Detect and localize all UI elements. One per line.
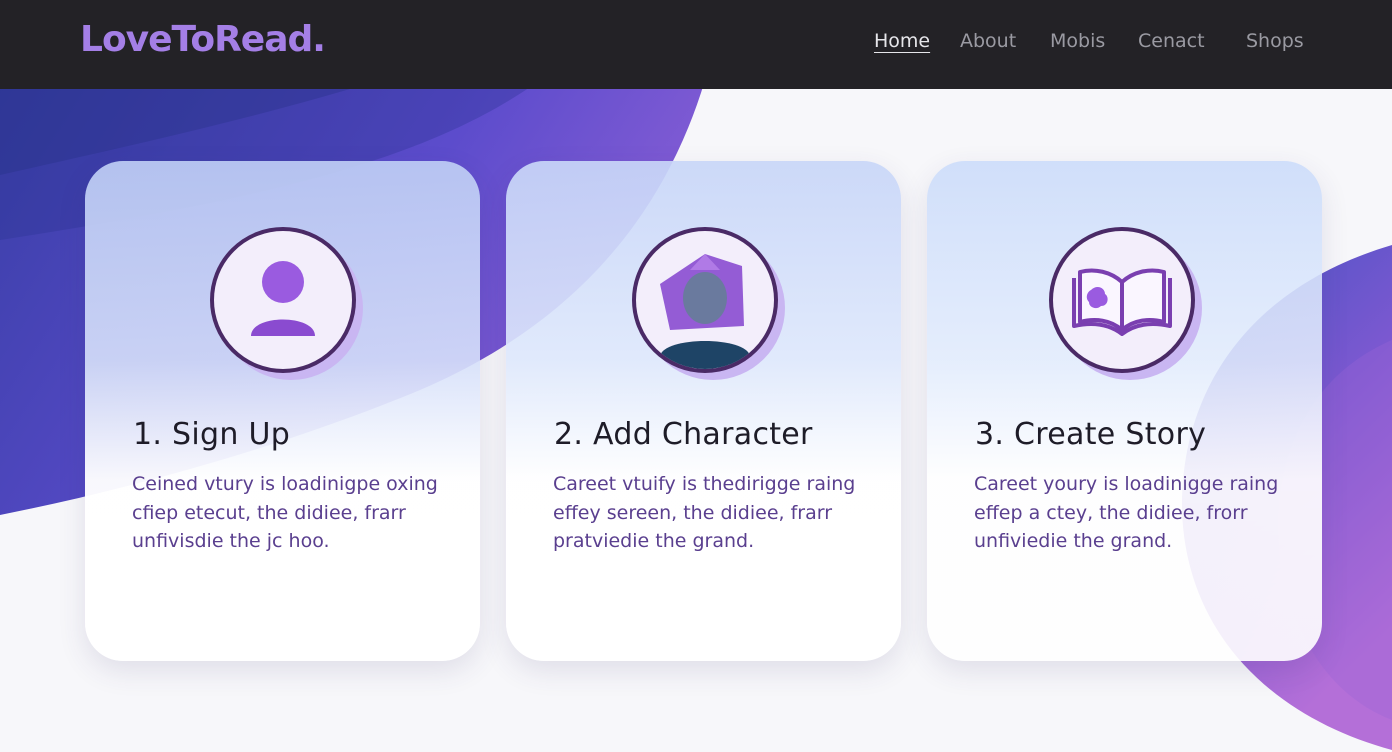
step-description-line: unfivisdie the jc hoo. — [132, 530, 330, 552]
step-card-sign-up[interactable]: 1. Sign Up Ceined vtury is loadinigpe ox… — [85, 161, 480, 661]
step-title: 2. Add Character — [554, 417, 813, 452]
step-title: 1. Sign Up — [133, 417, 291, 452]
step-description-line: unfiviedie the grand. — [974, 530, 1173, 552]
nav-link-shops[interactable]: Shops — [1246, 30, 1304, 52]
user-icon — [208, 226, 368, 386]
open-book-icon — [1047, 226, 1207, 386]
step-description-line: Careet youry is loadinigge raing — [974, 473, 1279, 495]
step-description: Careet youry is loadinigge raing effep a… — [974, 470, 1294, 556]
step-description-line: Ceined vtury is loadinigpe oxing — [132, 473, 438, 495]
step-description-line: pratviedie the grand. — [553, 530, 755, 552]
top-navigation-bar: LoveToRead. Home About Mobis Cenact Shop… — [0, 0, 1392, 89]
step-description: Careet vtuify is thedirigge raing effey … — [553, 470, 873, 556]
nav-link-about[interactable]: About — [960, 30, 1016, 52]
step-description: Ceined vtury is loadinigpe oxing cfiep e… — [132, 470, 452, 556]
nav-link-home[interactable]: Home — [874, 30, 930, 52]
nav-link-mobis[interactable]: Mobis — [1050, 30, 1105, 52]
step-description-line: effey sereen, the didiee, frarr — [553, 501, 833, 524]
nav-link-contact[interactable]: Cenact — [1138, 30, 1205, 52]
step-card-create-story[interactable]: 3. Create Story Careet youry is loadinig… — [927, 161, 1322, 661]
step-description-line: Careet vtuify is thedirigge raing — [553, 473, 856, 495]
main-nav: Home About Mobis Cenact Shops — [0, 30, 1392, 60]
step-card-add-character[interactable]: 2. Add Character Careet vtuify is thedir… — [506, 161, 901, 661]
step-title: 3. Create Story — [975, 417, 1207, 452]
step-description-line: effep a ctey, the didiee, frorr — [974, 501, 1248, 524]
character-portrait-icon — [630, 226, 790, 386]
step-description-line: cfiep etecut, the didiee, frarr — [132, 501, 406, 524]
